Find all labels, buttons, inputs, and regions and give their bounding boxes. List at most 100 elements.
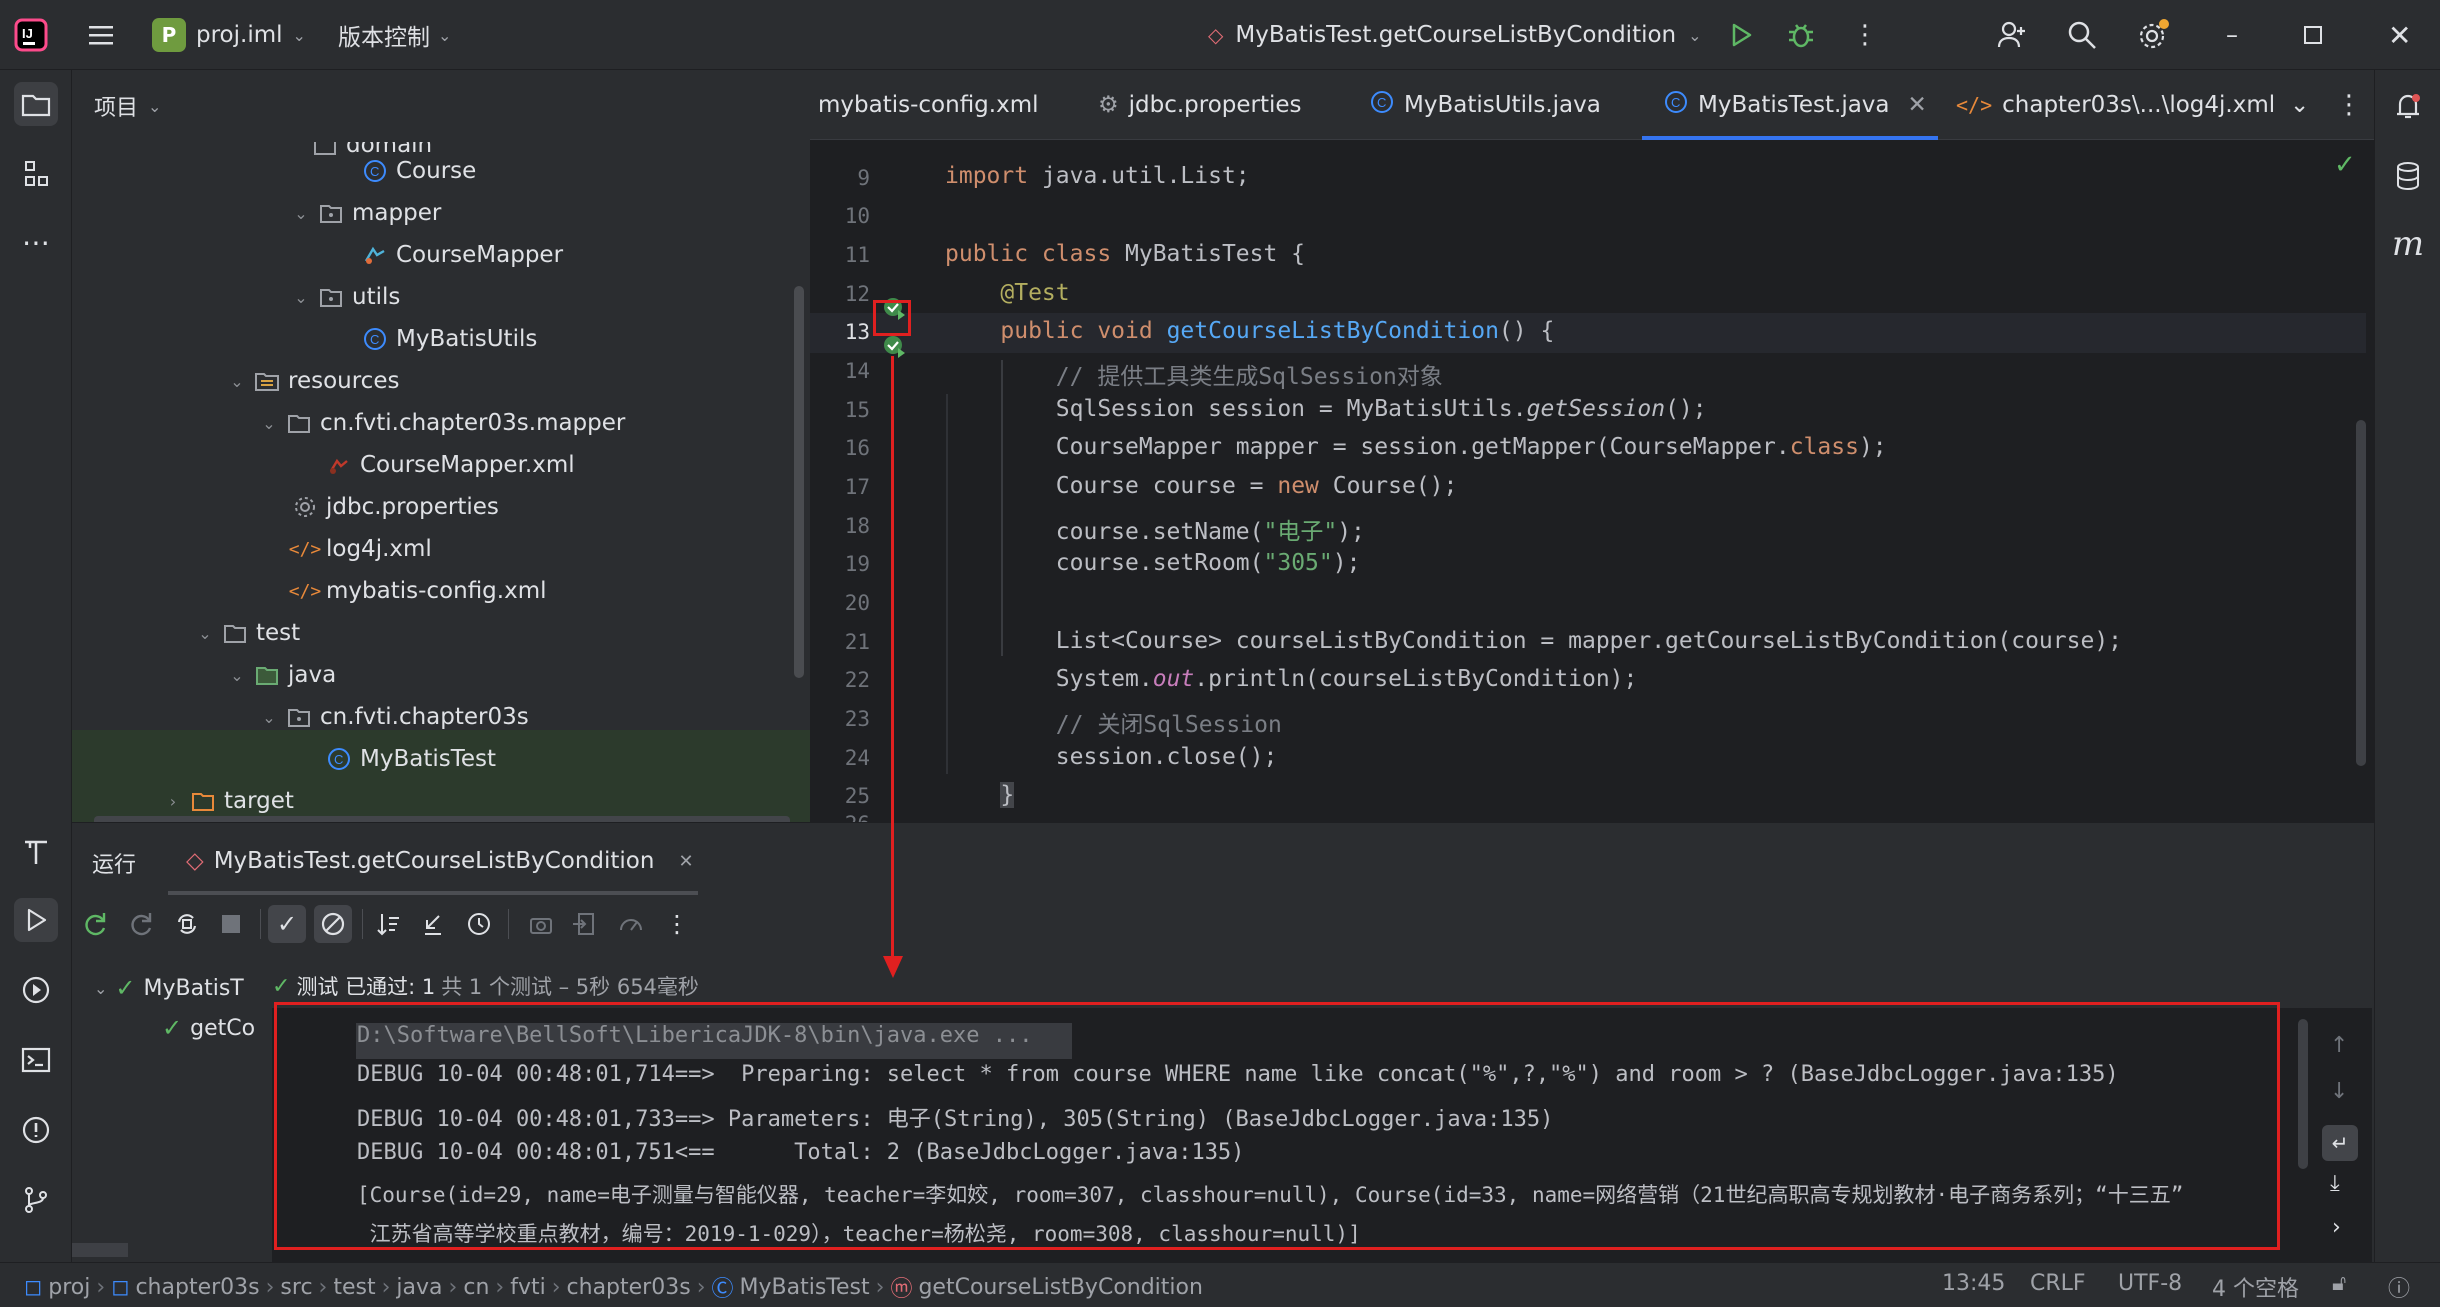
breadcrumb-item[interactable]: fvti: [510, 1275, 546, 1300]
tree-item[interactable]: CourseMapper.xml: [326, 444, 575, 486]
structure-tool-button[interactable]: [14, 152, 58, 196]
expand-icon[interactable]: ›: [2332, 1215, 2341, 1240]
file-encoding[interactable]: UTF-8: [2118, 1271, 2182, 1296]
maven-m-icon[interactable]: m: [2386, 222, 2430, 266]
breadcrumb-item[interactable]: cn: [463, 1275, 489, 1300]
inspection-ok-icon[interactable]: ✓: [2334, 150, 2356, 180]
editor-more-icon[interactable]: ⋮: [2336, 70, 2362, 140]
tab-mybatistest-active[interactable]: C MyBatisTest.java ✕: [1664, 70, 1927, 140]
screenshot-button[interactable]: [522, 905, 560, 943]
git-tool-button[interactable]: [14, 1178, 58, 1222]
more-tools-icon[interactable]: ⋯: [14, 220, 58, 264]
tree-item[interactable]: </> mybatis-config.xml: [289, 570, 547, 612]
tree-item[interactable]: › target: [162, 780, 294, 822]
search-button[interactable]: [2066, 14, 2098, 56]
run-tab[interactable]: ◇ MyBatisTest.getCourseListByCondition ✕: [186, 841, 694, 881]
collapse-all-button[interactable]: [414, 905, 452, 943]
tree-item[interactable]: ⌄ resources: [226, 360, 399, 402]
breadcrumb-item[interactable]: getCourseListByCondition: [918, 1275, 1203, 1300]
chevron-down-icon[interactable]: ⌄: [226, 372, 248, 391]
soft-wrap-toggle[interactable]: ↵: [2322, 1125, 2358, 1161]
run-more-icon[interactable]: ⋮: [658, 905, 696, 943]
caret-position[interactable]: 13:45: [1942, 1271, 2005, 1296]
tab-list-dropdown[interactable]: ⌄: [2290, 70, 2309, 140]
problems-tool-button[interactable]: [14, 1108, 58, 1152]
vcs-menu[interactable]: 版本控制 ⌄: [338, 14, 451, 56]
breadcrumb-item[interactable]: test: [333, 1275, 375, 1300]
add-user-button[interactable]: [1996, 14, 2028, 56]
test-tree-root[interactable]: ⌄ ✓ MyBatisT: [94, 971, 244, 1005]
rerun-button[interactable]: [76, 905, 114, 943]
tree-scrollbar[interactable]: [72, 1243, 128, 1257]
tree-item-selected[interactable]: C MyBatisTest: [326, 738, 496, 780]
project-selector[interactable]: P proj.iml ⌄: [152, 14, 306, 56]
tree-item[interactable]: C MyBatisUtils: [362, 318, 537, 360]
project-panel-header[interactable]: 项目 ⌄: [94, 90, 161, 122]
scroll-up-icon[interactable]: ↑: [2330, 1033, 2348, 1058]
project-scrollbar[interactable]: [794, 286, 804, 678]
scroll-to-end-icon[interactable]: ⤓: [2330, 1171, 2340, 1196]
minimize-button[interactable]: –: [2226, 14, 2238, 56]
more-actions-icon[interactable]: ⋮: [1852, 14, 1878, 56]
services-tool-button[interactable]: [14, 968, 58, 1012]
chevron-down-icon[interactable]: ⌄: [194, 624, 216, 643]
tree-item[interactable]: ⌄ java: [226, 654, 336, 696]
settings-button[interactable]: [2136, 14, 2170, 56]
toggle-auto-test-button[interactable]: [168, 905, 206, 943]
tab-mybatisutils[interactable]: C MyBatisUtils.java: [1370, 70, 1601, 140]
test-history-button[interactable]: [460, 905, 498, 943]
show-ignored-toggle[interactable]: [314, 905, 352, 943]
run-test-method-icon[interactable]: [882, 334, 908, 364]
breadcrumb-item[interactable]: chapter03s: [567, 1275, 691, 1300]
chevron-down-icon[interactable]: ⌄: [290, 288, 312, 307]
tree-item[interactable]: ⌄ cn.fvti.chapter03s.mapper: [258, 402, 625, 444]
tree-item[interactable]: C Course: [362, 150, 476, 192]
chevron-down-icon[interactable]: ⌄: [258, 708, 280, 727]
coverage-button[interactable]: [612, 905, 650, 943]
tree-item[interactable]: ⌄ test: [194, 612, 300, 654]
sort-button[interactable]: [370, 905, 408, 943]
tree-item[interactable]: CourseMapper: [362, 234, 563, 276]
build-tool-button[interactable]: [14, 830, 58, 874]
editor-scrollbar[interactable]: [2356, 420, 2366, 766]
chevron-down-icon[interactable]: ⌄: [226, 666, 248, 685]
run-config-selector[interactable]: ◇ MyBatisTest.getCourseListByCondition ⌄: [1208, 14, 1702, 56]
terminal-tool-button[interactable]: [14, 1038, 58, 1082]
breadcrumb-item[interactable]: src: [280, 1275, 312, 1300]
tree-item[interactable]: ⌄ mapper: [290, 192, 441, 234]
close-tab-icon[interactable]: ✕: [678, 851, 693, 872]
chevron-down-icon[interactable]: ⌄: [290, 204, 312, 223]
tree-item[interactable]: jdbc.properties: [292, 486, 499, 528]
tab-jdbc-properties[interactable]: ⚙ jdbc.properties: [1098, 70, 1302, 140]
show-passed-toggle[interactable]: ✓: [268, 905, 306, 943]
import-tests-button[interactable]: [566, 905, 604, 943]
tab-mybatis-config[interactable]: mybatis-config.xml: [818, 70, 1039, 140]
main-menu-button[interactable]: [86, 14, 116, 56]
breadcrumb-item[interactable]: proj: [48, 1275, 90, 1300]
scroll-down-icon[interactable]: ↓: [2330, 1079, 2348, 1104]
console-scrollbar[interactable]: [2298, 1019, 2308, 1169]
tab-log4j[interactable]: </> chapter03s\...\log4j.xml: [1956, 70, 2275, 140]
run-tool-button[interactable]: [14, 898, 58, 942]
lock-icon[interactable]: 🔓︎: [2332, 1271, 2346, 1296]
run-button[interactable]: [1726, 14, 1756, 56]
test-tree-child[interactable]: ✓ getCo: [162, 1011, 255, 1045]
tree-item[interactable]: ⌄ utils: [290, 276, 400, 318]
breadcrumb-item[interactable]: chapter03s: [135, 1275, 259, 1300]
maximize-button[interactable]: [2304, 14, 2322, 56]
close-tab-icon[interactable]: ✕: [1908, 92, 1927, 118]
tree-item[interactable]: ⌄ cn.fvti.chapter03s: [258, 696, 528, 738]
warning-circle-icon[interactable]: ⓘ: [2388, 1271, 2410, 1303]
debug-button[interactable]: [1786, 14, 1816, 56]
line-separator[interactable]: CRLF: [2030, 1271, 2086, 1296]
database-tool-button[interactable]: [2386, 154, 2430, 198]
notifications-button[interactable]: [2386, 84, 2430, 128]
close-window-button[interactable]: ✕: [2388, 14, 2411, 56]
breadcrumb-item[interactable]: java: [396, 1275, 442, 1300]
chevron-down-icon[interactable]: ⌄: [258, 414, 280, 433]
rerun-failed-button[interactable]: [122, 905, 160, 943]
breadcrumb-item[interactable]: MyBatisTest: [740, 1275, 870, 1300]
chevron-right-icon[interactable]: ›: [162, 792, 184, 811]
project-tool-button[interactable]: [14, 82, 58, 126]
stop-button[interactable]: [212, 905, 250, 943]
